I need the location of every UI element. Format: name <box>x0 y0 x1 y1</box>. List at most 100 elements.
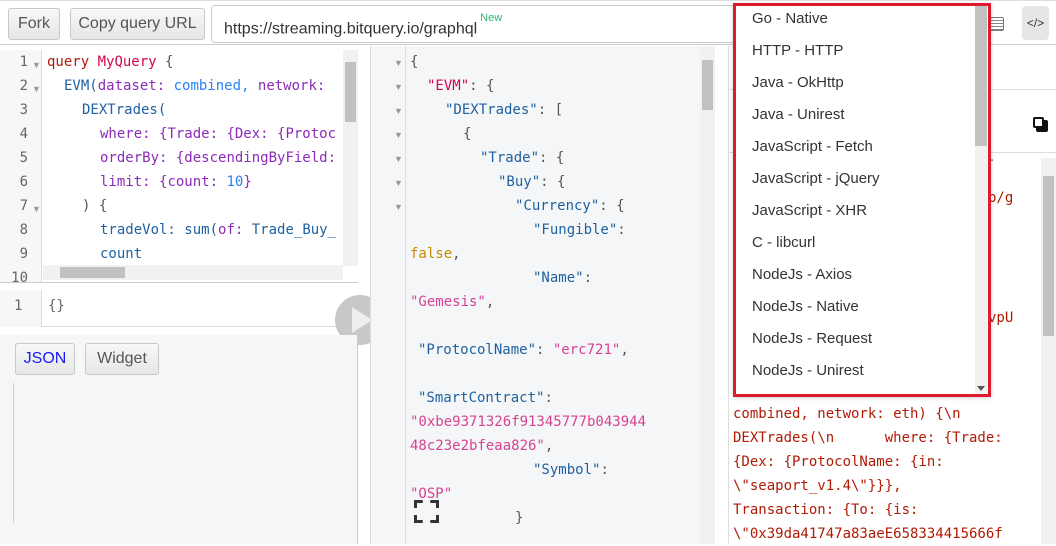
code-fragment: vpU <box>988 310 1014 326</box>
brace: ) { <box>82 198 108 214</box>
code-fragment: p/g <box>988 190 1014 206</box>
punc: : { <box>539 150 565 166</box>
punc: : <box>617 222 626 238</box>
copy-icon[interactable] <box>1033 117 1048 132</box>
variables-value: {} <box>48 298 65 314</box>
line-number: 5 <box>19 150 28 166</box>
field: EVM( <box>64 78 98 94</box>
json-tab-button[interactable]: JSON <box>15 343 75 375</box>
copy-query-url-button[interactable]: Copy query URL <box>70 8 205 40</box>
fold-arrow-icon[interactable]: ▼ <box>394 130 403 140</box>
code-line: combined, network: eth) {\n <box>733 406 961 422</box>
value: false <box>410 246 453 262</box>
punc: , <box>544 438 554 454</box>
code-line: Transaction: {To: {is: <box>733 502 919 518</box>
key: "Buy" <box>498 174 541 190</box>
language-option[interactable]: NodeJs - Axios <box>752 266 852 283</box>
query-vertical-scrollbar[interactable] <box>343 50 358 266</box>
value: {descendingByField: <box>175 150 337 166</box>
code-view-button[interactable]: </> <box>1022 6 1049 40</box>
gutter-border <box>405 46 406 544</box>
fold-arrow-icon[interactable]: ▼ <box>394 202 403 212</box>
number: 10 <box>226 174 244 190</box>
punc: : [ <box>537 102 564 118</box>
line-number: 2 <box>19 78 28 94</box>
key: "DEXTrades" <box>445 102 538 118</box>
language-option[interactable]: Go - Native <box>752 10 828 27</box>
brace: } <box>243 174 252 190</box>
code-line: DEXTrades(\n where: {Trade: <box>733 430 1003 446</box>
arg: limit: <box>100 174 151 190</box>
punc: : <box>544 390 553 406</box>
brace: { <box>410 54 419 70</box>
fold-arrow-icon[interactable]: ▼ <box>32 204 41 214</box>
key: "ProtocolName" <box>418 342 537 358</box>
language-option[interactable]: NodeJs - Request <box>752 330 872 347</box>
language-option[interactable]: Java - OkHttp <box>752 74 844 91</box>
value: Trade_Buy_ <box>251 222 337 238</box>
language-option[interactable]: JavaScript - jQuery <box>752 170 880 187</box>
key: "SmartContract" <box>418 390 545 406</box>
language-option[interactable]: NodeJs - Native <box>752 298 859 315</box>
docs-icon[interactable] <box>990 17 1004 31</box>
line-number: 7 <box>19 198 28 214</box>
line-number: 9 <box>19 246 28 262</box>
variables-editor[interactable]: 1 {} <box>0 290 343 327</box>
value: "Gemesis" <box>410 294 486 310</box>
arg: of: <box>218 222 244 238</box>
divider <box>13 383 14 523</box>
brace: { <box>165 54 174 70</box>
language-option[interactable]: NodeJs - Unirest <box>752 362 864 379</box>
endpoint-input[interactable]: https://streaming.bitquery.io/graphqlNew <box>211 5 741 43</box>
fold-arrow-icon[interactable]: ▼ <box>394 178 403 188</box>
value: 48c23e2bfeaa826" <box>410 438 545 454</box>
brace: } <box>515 510 524 526</box>
fold-arrow-icon[interactable]: ▼ <box>394 154 403 164</box>
language-option[interactable]: HTTP - HTTP <box>752 42 843 59</box>
punc: : <box>600 462 609 478</box>
dropdown-scrollbar[interactable] <box>975 6 987 394</box>
alias: tradeVol: <box>100 222 176 238</box>
widget-tab-button[interactable]: Widget <box>85 343 159 375</box>
operation-name: MyQuery <box>97 54 157 70</box>
line-number: 10 <box>11 270 28 286</box>
line-number: 4 <box>19 126 28 142</box>
fold-arrow-icon[interactable]: ▼ <box>394 106 403 116</box>
field: count <box>100 246 143 262</box>
line-number: 3 <box>19 102 28 118</box>
arg: orderBy: <box>100 150 168 166</box>
fold-arrow-icon[interactable]: ▼ <box>394 58 403 68</box>
play-icon <box>352 307 372 333</box>
fold-arrow-icon[interactable]: ▼ <box>32 84 41 94</box>
divider <box>0 282 358 283</box>
language-option[interactable]: JavaScript - Fetch <box>752 138 873 155</box>
punc: : { <box>469 78 495 94</box>
brace: { <box>463 126 472 142</box>
key: "Name" <box>533 270 584 286</box>
fold-arrow-icon[interactable]: ▼ <box>32 60 41 70</box>
language-option[interactable]: C - libcurl <box>752 234 815 251</box>
fork-button[interactable]: Fork <box>8 8 60 40</box>
key: "Trade" <box>480 150 540 166</box>
result-scrollbar[interactable] <box>700 46 715 544</box>
arg: dataset: <box>97 78 166 94</box>
keyword: query <box>47 54 90 70</box>
fold-arrow-icon[interactable]: ▼ <box>394 82 403 92</box>
field: DEXTrades( <box>82 102 167 118</box>
new-badge: New <box>480 12 503 24</box>
value: {count: <box>159 174 219 190</box>
key: "Currency" <box>515 198 600 214</box>
punc: : { <box>540 174 566 190</box>
punc: , <box>452 246 461 262</box>
line-number: 6 <box>19 174 28 190</box>
language-option[interactable]: Java - Unirest <box>752 106 845 123</box>
code-scrollbar[interactable] <box>1041 158 1056 544</box>
key: "EVM" <box>427 78 470 94</box>
query-horizontal-scrollbar[interactable] <box>43 265 343 280</box>
key: "Symbol" <box>533 462 601 478</box>
line-number: 8 <box>19 222 28 238</box>
line-number: 1 <box>19 54 28 70</box>
value: "0xbe9371326f91345777b043944 <box>410 414 647 430</box>
language-option[interactable]: JavaScript - XHR <box>752 202 867 219</box>
punc: , <box>485 294 495 310</box>
